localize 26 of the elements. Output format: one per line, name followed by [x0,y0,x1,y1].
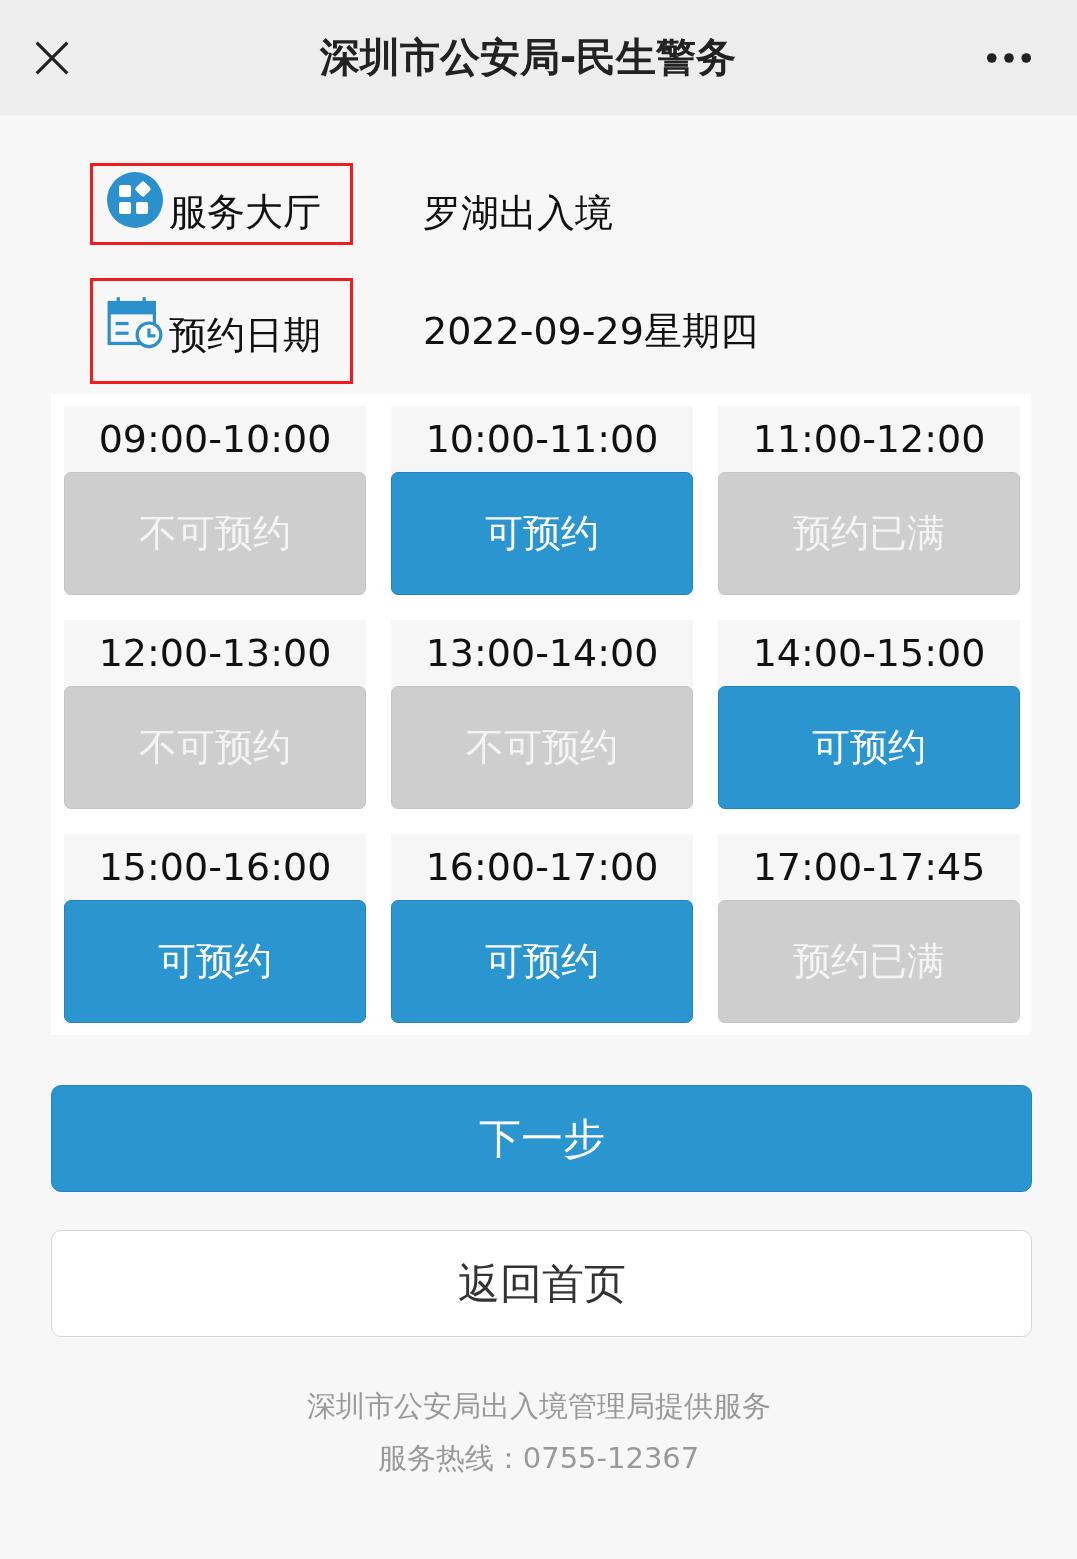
field-value: 罗湖出入境 [423,189,613,237]
page-title: 深圳市公安局-民生警务 [319,33,737,82]
time-range: 13:00-14:00 [424,630,660,677]
field-value: 2022-09-29星期四 [423,307,758,355]
hotline-text: 服务热线：0755-12367 [377,1440,700,1477]
calendar-clock-icon [107,295,163,351]
slot-button[interactable]: 可预约 [391,900,693,1023]
slot-button[interactable]: 可预约 [718,686,1020,809]
time-range: 16:00-17:00 [424,844,660,891]
time-range: 10:00-11:00 [424,416,660,463]
time-range: 14:00-15:00 [751,630,987,677]
next-button[interactable]: 下一步 [51,1085,1032,1192]
grid-icon [107,172,163,228]
more-icon[interactable] [986,51,1032,64]
time-range: 17:00-17:45 [751,844,987,891]
time-range: 15:00-16:00 [97,844,333,891]
slot-button[interactable]: 可预约 [64,900,366,1023]
slot-button[interactable]: 可预约 [391,472,693,595]
close-icon[interactable] [34,39,70,76]
label-text: 预约日期 [169,312,321,359]
time-range: 09:00-10:00 [97,416,333,463]
time-range: 12:00-13:00 [97,630,333,677]
time-range: 11:00-12:00 [751,416,987,463]
footer-text: 深圳市公安局出入境管理局提供服务 [306,1388,771,1425]
home-button[interactable]: 返回首页 [51,1230,1032,1337]
label-text: 服务大厅 [169,189,321,236]
